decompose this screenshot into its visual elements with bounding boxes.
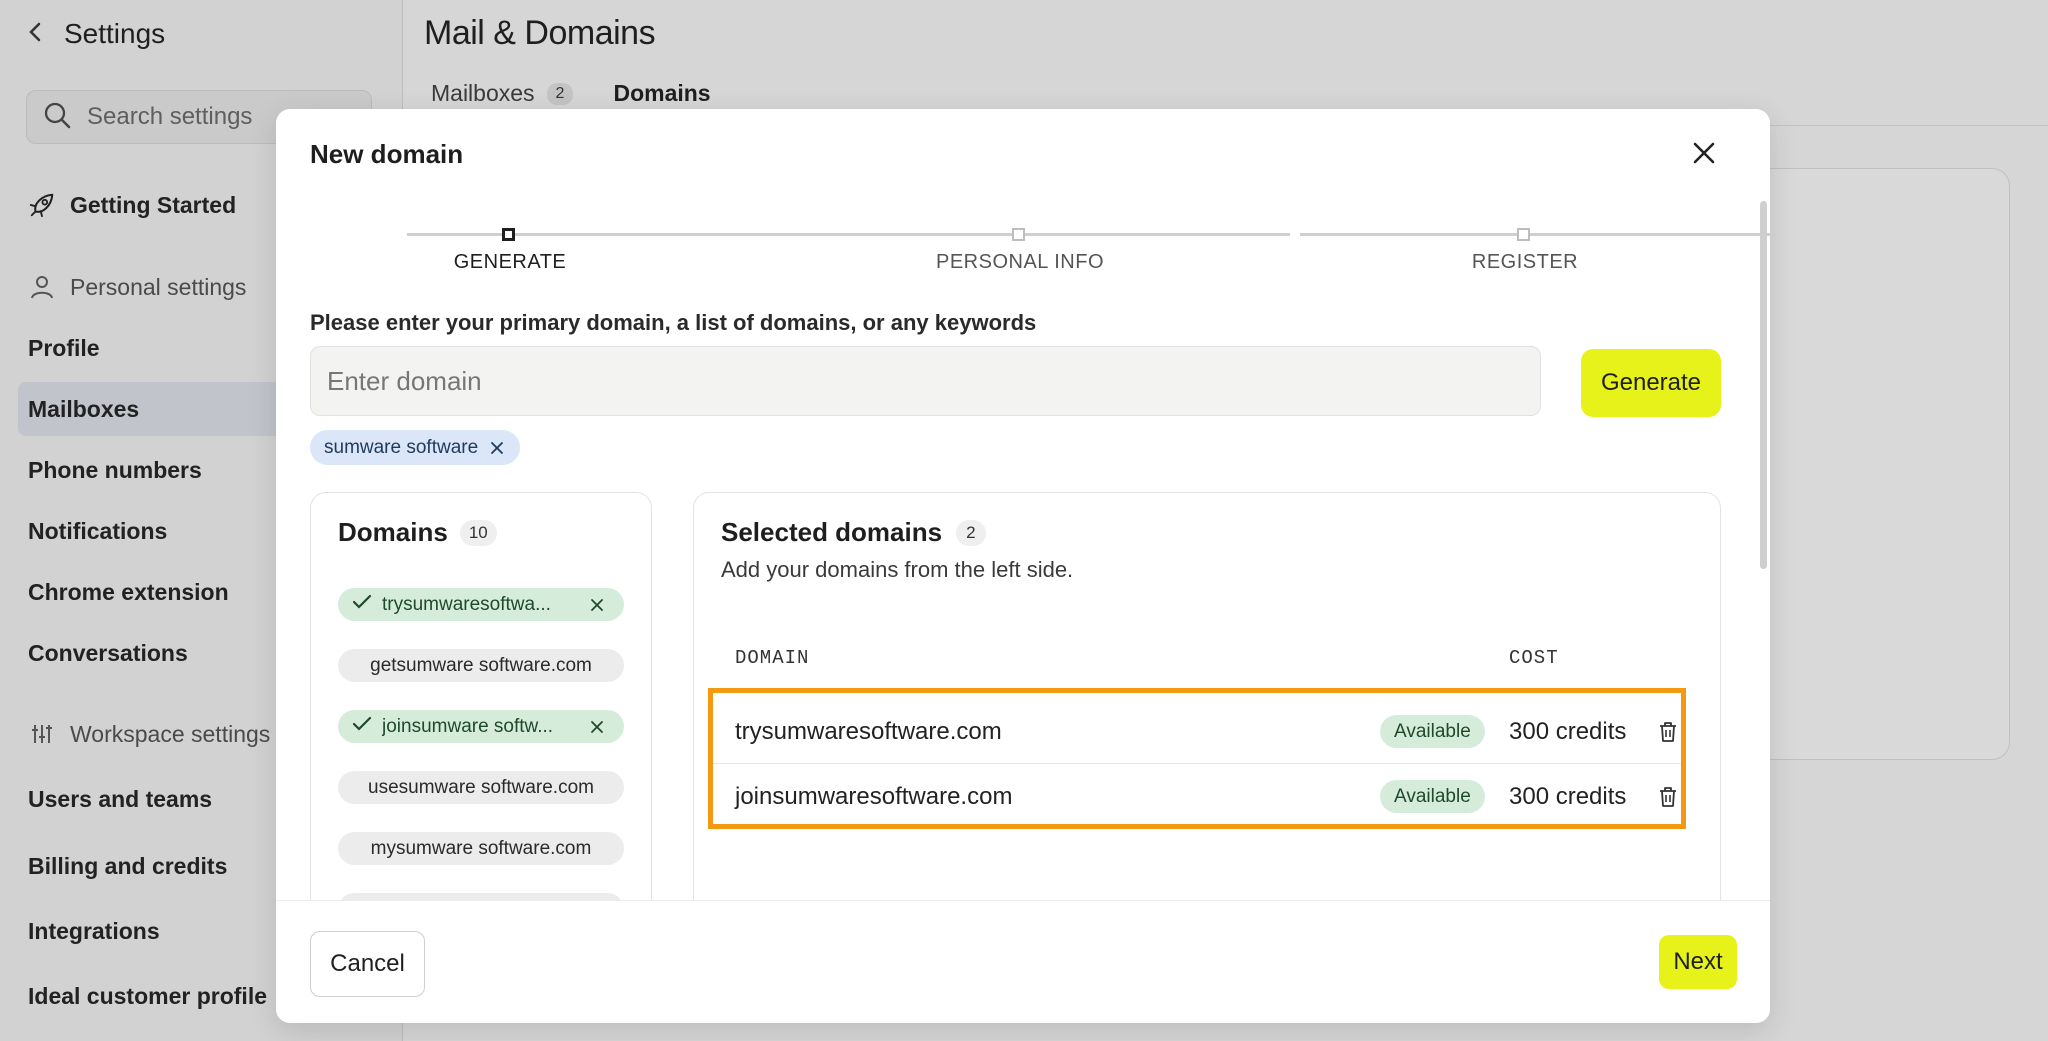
domain-suggestion-chip[interactable]: joinsumware softw... (338, 710, 624, 743)
step-generate-label: GENERATE (453, 251, 567, 273)
modal-scrollbar[interactable] (1760, 201, 1767, 569)
sidebar-item-chrome-extension[interactable]: Chrome extension (28, 579, 229, 606)
workspace-settings-group: Workspace settings (28, 720, 270, 748)
check-icon (352, 594, 372, 616)
domain-suggestion-chip[interactable]: usesumware software.com (338, 771, 624, 804)
sidebar-item-notifications[interactable]: Notifications (28, 518, 167, 545)
sidebar-item-users-and-teams[interactable]: Users and teams (28, 786, 212, 813)
sidebar-item-getting-started[interactable]: Getting Started (28, 191, 236, 219)
keyword-chip: sumware software (310, 430, 521, 465)
stepper-track (1300, 233, 1770, 236)
domain-suggestion-chip[interactable]: mysumware software.com (338, 832, 624, 865)
page-title: Mail & Domains (424, 14, 656, 52)
domains-count-badge: 10 (459, 519, 497, 546)
step-personal-info-label: PERSONAL INFO (935, 251, 1105, 273)
step-generate-marker (502, 228, 515, 241)
remove-domain-icon[interactable] (590, 598, 604, 612)
modal-footer: Cancel Next (276, 900, 1770, 1023)
sidebar-header: Settings (28, 18, 165, 50)
sidebar-title: Settings (64, 18, 166, 49)
new-domain-modal: New domain GENERATE PERSONAL INFO REGIST… (276, 109, 1770, 1023)
keyword-chip-label: sumware software (324, 436, 479, 458)
search-icon (43, 101, 71, 134)
sidebar-item-conversations[interactable]: Conversations (28, 640, 188, 667)
column-header-domain: DOMAIN (735, 647, 810, 669)
group-label: Workspace settings (70, 720, 271, 747)
domain-chip-label: trysumwaresoftwa... (382, 593, 551, 615)
cancel-button[interactable]: Cancel (310, 931, 425, 997)
chevron-left-icon[interactable] (28, 19, 42, 50)
stepper-track (407, 233, 1285, 236)
sidebar-item-label: Getting Started (70, 191, 237, 218)
person-icon (28, 273, 56, 301)
step-personal-info-marker (1012, 228, 1025, 241)
sidebar-item-integrations[interactable]: Integrations (28, 918, 160, 945)
check-icon (352, 716, 372, 738)
generate-button[interactable]: Generate (1581, 349, 1721, 417)
tab-domains[interactable]: Domains (613, 80, 710, 107)
tab-count-badge: 2 (546, 82, 574, 105)
close-button[interactable] (1686, 137, 1722, 173)
selected-domains-title: Selected domains (721, 517, 943, 547)
selected-domains-header: Selected domains 2 (721, 517, 986, 548)
selected-domains-subtitle: Add your domains from the left side. (721, 557, 1074, 582)
search-placeholder: Search settings (87, 103, 253, 130)
step-register-marker (1517, 228, 1530, 241)
remove-keyword-icon[interactable] (490, 441, 504, 455)
domains-panel-header: Domains 10 (338, 517, 497, 548)
step-register-label: REGISTER (1471, 251, 1579, 273)
domain-input[interactable] (310, 346, 1541, 416)
rocket-icon (28, 191, 56, 219)
domain-prompt: Please enter your primary domain, a list… (310, 310, 1037, 335)
sliders-icon (28, 720, 56, 748)
selected-rows-highlight (708, 688, 1686, 829)
personal-settings-group: Personal settings (28, 273, 246, 301)
sidebar-item-profile[interactable]: Profile (28, 335, 100, 362)
selected-count-badge: 2 (956, 519, 986, 546)
tab-label: Mailboxes (431, 80, 535, 106)
domains-panel-title: Domains (338, 517, 448, 547)
domain-suggestion-chip[interactable]: getsumware software.com (338, 649, 624, 682)
modal-title: New domain (310, 139, 464, 169)
group-label: Personal settings (70, 273, 247, 300)
column-header-cost: COST (1509, 647, 1559, 669)
remove-domain-icon[interactable] (590, 720, 604, 734)
main-tabs: Mailboxes 2 Domains (431, 80, 711, 107)
tab-label: Domains (613, 80, 711, 106)
sidebar-item-billing-and-credits[interactable]: Billing and credits (28, 853, 227, 880)
close-icon (1692, 141, 1716, 170)
sidebar-item-ideal-customer-profile[interactable]: Ideal customer profile (28, 983, 267, 1010)
domain-suggestion-chip[interactable]: trysumwaresoftwa... (338, 588, 624, 621)
next-button[interactable]: Next (1659, 935, 1737, 989)
tab-mailboxes[interactable]: Mailboxes 2 (431, 80, 574, 107)
sidebar-item-phone-numbers[interactable]: Phone numbers (28, 457, 202, 484)
sidebar-item-mailboxes[interactable]: Mailboxes (28, 396, 139, 423)
domain-chip-label: joinsumware softw... (382, 715, 554, 737)
